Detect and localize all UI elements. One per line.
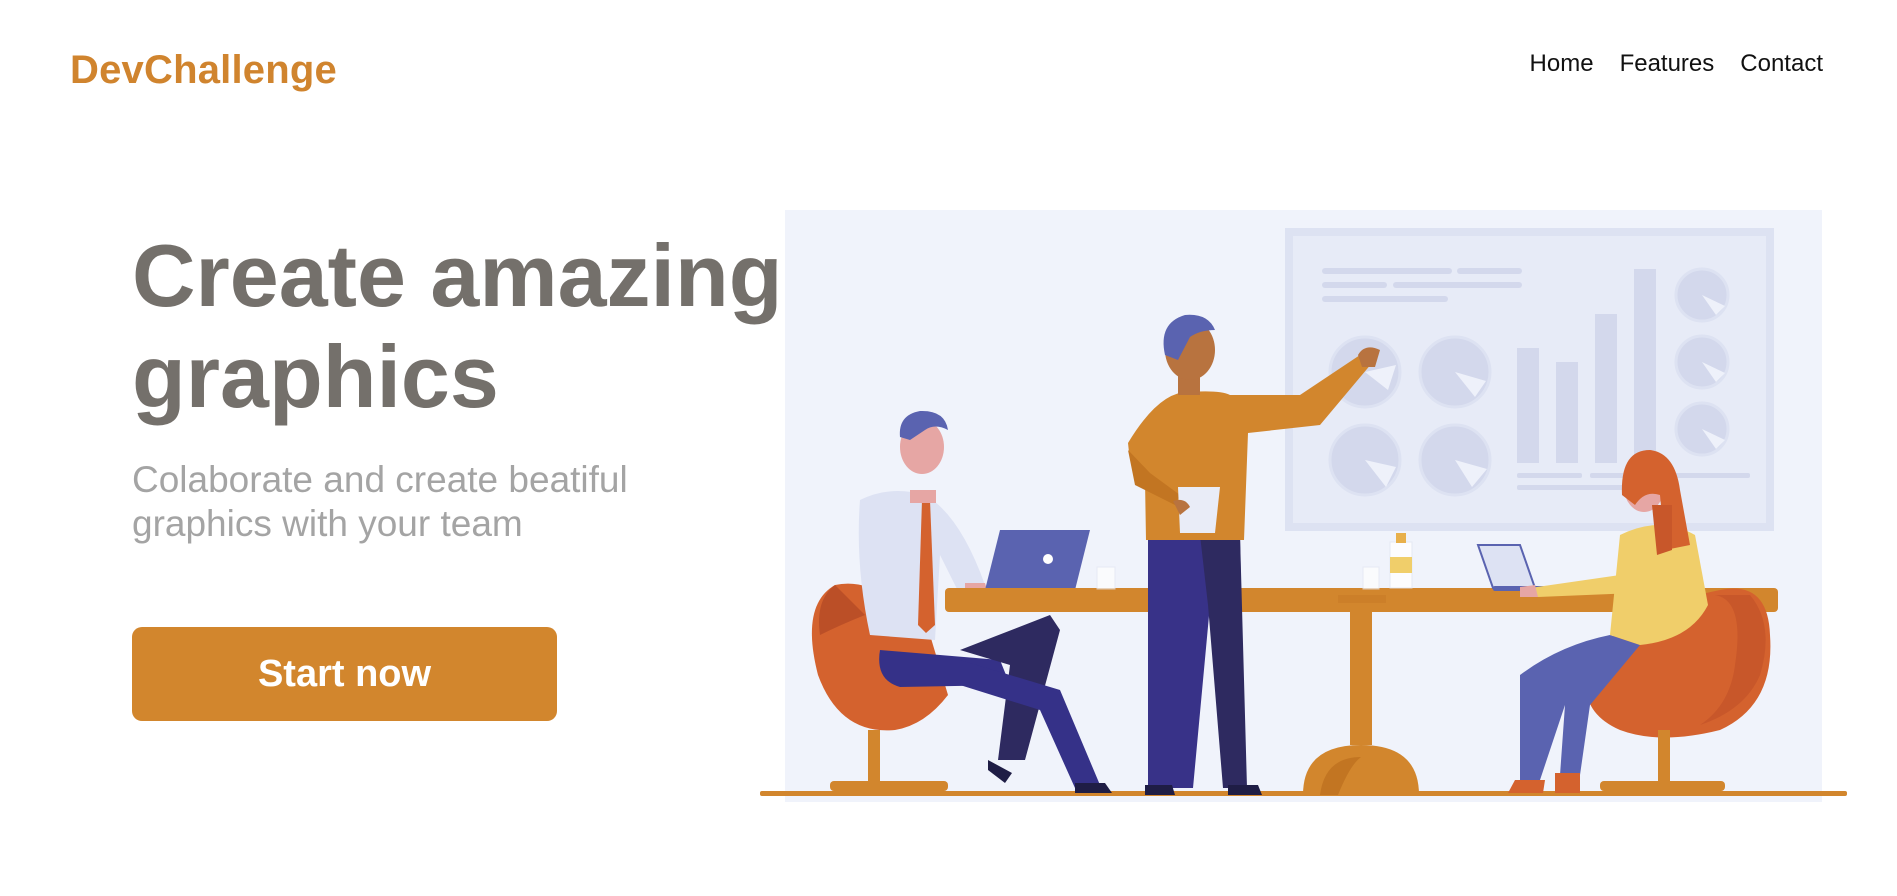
nav-item-features[interactable]: Features [1620, 50, 1715, 78]
hero-subtitle-line-2: graphics with your team [132, 503, 523, 544]
hero-title-line-1: Create amazing [132, 226, 783, 325]
hero-subtitle-line-1: Colaborate and create beatiful [132, 459, 628, 500]
main-nav: Home Features Contact [1530, 50, 1823, 78]
hero-title-line-2: graphics [132, 327, 499, 426]
team-meeting-illustration [760, 210, 1847, 802]
hero-title: Create amazing graphics [132, 225, 812, 427]
start-now-button[interactable]: Start now [132, 627, 557, 721]
landing-page: DevChallenge Home Features Contact Creat… [0, 0, 1897, 896]
nav-item-contact[interactable]: Contact [1740, 50, 1823, 78]
presentation-board [1285, 228, 1774, 531]
nav-item-home[interactable]: Home [1530, 50, 1594, 78]
site-logo[interactable]: DevChallenge [70, 48, 337, 93]
hero-subtitle: Colaborate and create beatiful graphics … [132, 458, 692, 546]
